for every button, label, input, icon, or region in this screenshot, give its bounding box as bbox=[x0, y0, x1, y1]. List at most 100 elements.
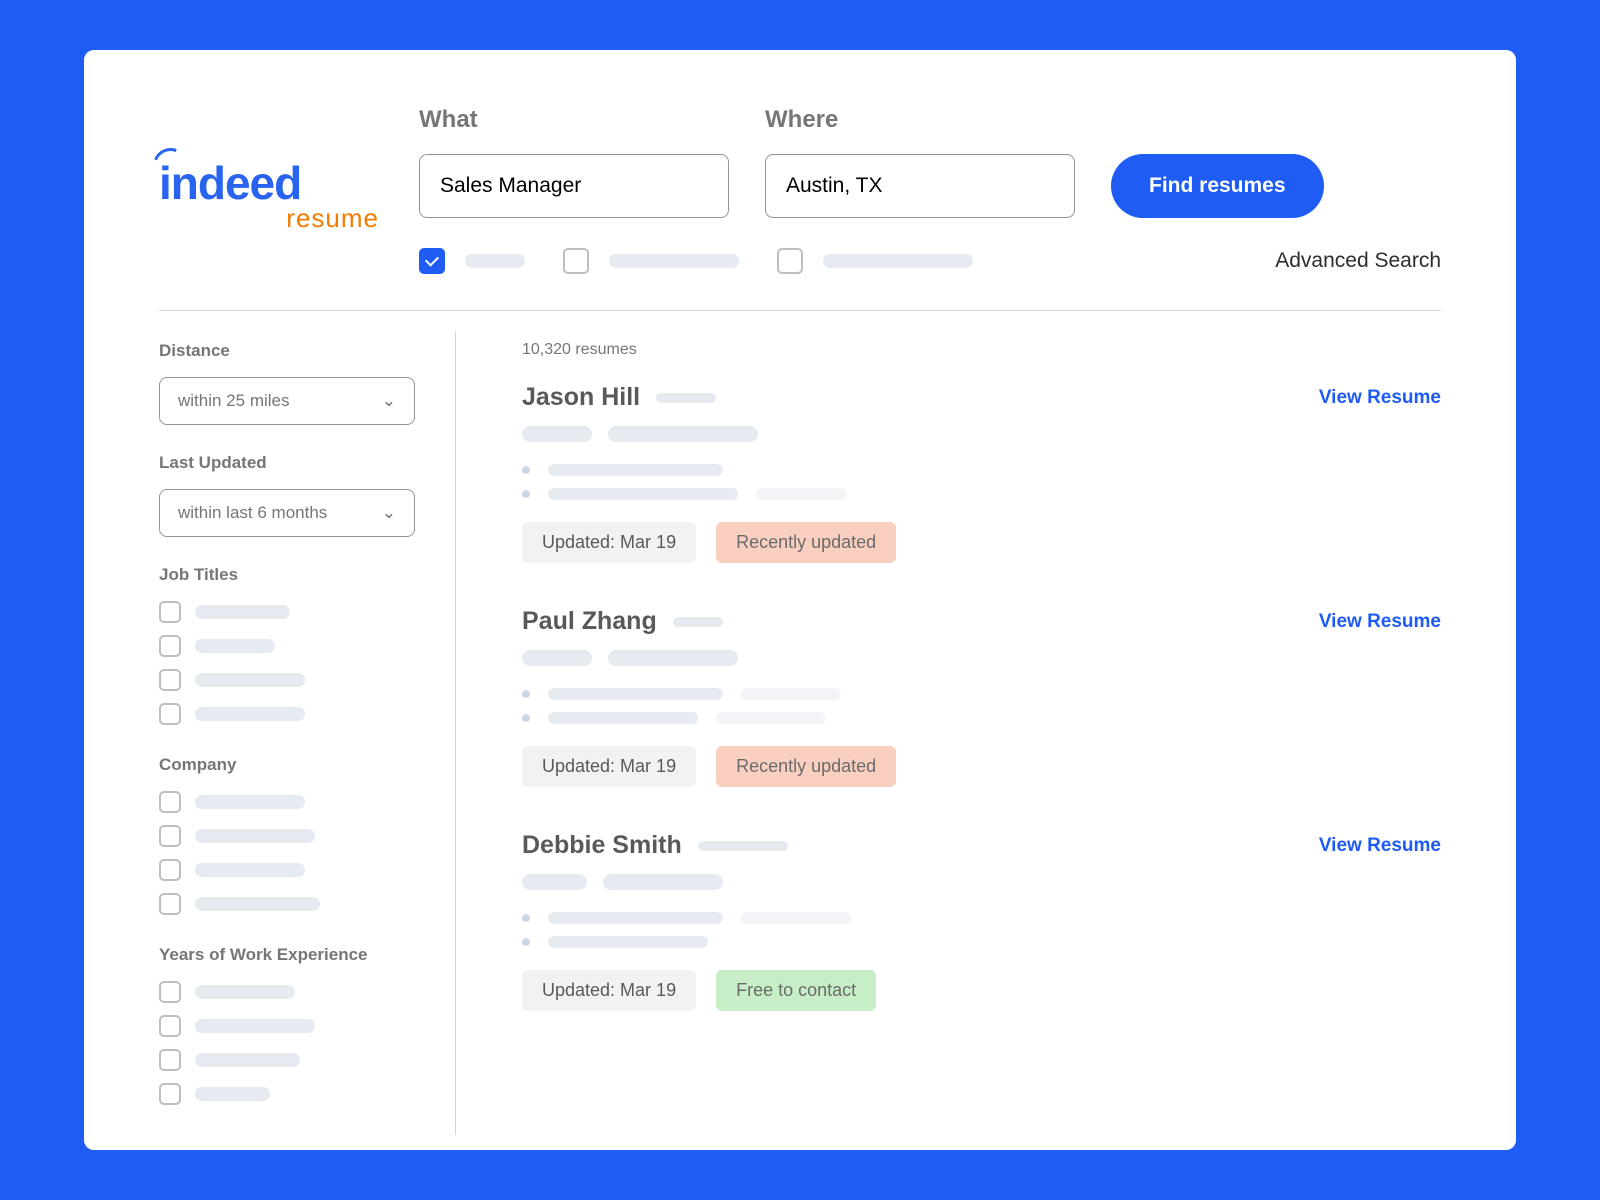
result-detail-lines bbox=[522, 464, 1441, 500]
result-tags: Updated: Mar 19 Free to contact bbox=[522, 970, 1441, 1011]
header: indeed resume What Where Find resumes bbox=[159, 106, 1441, 274]
checkbox[interactable] bbox=[159, 1049, 181, 1071]
experience-label: Years of Work Experience bbox=[159, 945, 415, 965]
list-item bbox=[159, 601, 415, 623]
placeholder bbox=[195, 897, 320, 911]
placeholder bbox=[698, 841, 788, 851]
placeholder bbox=[603, 874, 723, 890]
result-header: Jason Hill View Resume bbox=[522, 383, 1441, 412]
company-label: Company bbox=[159, 755, 415, 775]
where-block: Where bbox=[765, 106, 1075, 218]
list-item bbox=[159, 669, 415, 691]
checkbox[interactable] bbox=[159, 669, 181, 691]
placeholder bbox=[195, 605, 290, 619]
result-detail-lines bbox=[522, 688, 1441, 724]
where-input[interactable] bbox=[765, 154, 1075, 218]
view-resume-link[interactable]: View Resume bbox=[1319, 835, 1441, 857]
job-titles-list bbox=[159, 601, 415, 725]
view-resume-link[interactable]: View Resume bbox=[1319, 387, 1441, 409]
result-card: Debbie Smith View Resume Updated: Mar 19… bbox=[522, 831, 1441, 1011]
result-subline bbox=[522, 874, 1441, 890]
checkbox[interactable] bbox=[159, 791, 181, 813]
placeholder bbox=[716, 712, 826, 724]
placeholder bbox=[195, 795, 305, 809]
placeholder bbox=[608, 426, 758, 442]
result-line bbox=[522, 912, 1441, 924]
result-line bbox=[522, 488, 1441, 500]
checkbox[interactable] bbox=[159, 859, 181, 881]
list-item bbox=[159, 1083, 415, 1105]
result-subline bbox=[522, 650, 1441, 666]
result-name: Paul Zhang bbox=[522, 607, 657, 636]
placeholder bbox=[548, 464, 723, 476]
bullet-icon bbox=[522, 466, 530, 474]
updated-select[interactable]: within last 6 months ⌄ bbox=[159, 489, 415, 537]
results-count: 10,320 resumes bbox=[522, 341, 1441, 359]
placeholder bbox=[741, 688, 841, 700]
checkbox[interactable] bbox=[159, 1083, 181, 1105]
placeholder bbox=[195, 673, 305, 687]
bullet-icon bbox=[522, 690, 530, 698]
placeholder bbox=[522, 426, 592, 442]
placeholder bbox=[673, 617, 723, 627]
placeholder bbox=[608, 650, 738, 666]
logo: indeed resume bbox=[159, 106, 379, 234]
placeholder bbox=[195, 707, 305, 721]
status-badge: Recently updated bbox=[716, 522, 896, 563]
placeholder bbox=[195, 1053, 300, 1067]
company-list bbox=[159, 791, 415, 915]
placeholder bbox=[548, 688, 723, 700]
placeholder bbox=[656, 393, 716, 403]
placeholder bbox=[195, 829, 315, 843]
placeholder bbox=[548, 488, 738, 500]
job-titles-label: Job Titles bbox=[159, 565, 415, 585]
checkbox[interactable] bbox=[159, 825, 181, 847]
distance-select[interactable]: within 25 miles ⌄ bbox=[159, 377, 415, 425]
refinement-row: Advanced Search bbox=[419, 248, 1441, 274]
distance-value: within 25 miles bbox=[178, 391, 290, 411]
updated-tag: Updated: Mar 19 bbox=[522, 746, 696, 787]
divider bbox=[159, 310, 1441, 311]
updated-label: Last Updated bbox=[159, 453, 415, 473]
placeholder bbox=[741, 912, 851, 924]
checkbox[interactable] bbox=[159, 981, 181, 1003]
checkbox[interactable] bbox=[159, 635, 181, 657]
refine-checkbox-3[interactable] bbox=[777, 248, 803, 274]
list-item bbox=[159, 893, 415, 915]
find-resumes-button[interactable]: Find resumes bbox=[1111, 154, 1324, 218]
placeholder bbox=[195, 985, 295, 999]
checkbox[interactable] bbox=[159, 601, 181, 623]
status-badge: Recently updated bbox=[716, 746, 896, 787]
list-item bbox=[159, 1049, 415, 1071]
results-panel: 10,320 resumes Jason Hill View Resume bbox=[456, 331, 1441, 1135]
placeholder bbox=[195, 1019, 315, 1033]
list-item bbox=[159, 1015, 415, 1037]
result-name-wrap: Paul Zhang bbox=[522, 607, 723, 636]
placeholder bbox=[548, 912, 723, 924]
checkbox[interactable] bbox=[159, 1015, 181, 1037]
checkbox[interactable] bbox=[159, 893, 181, 915]
placeholder bbox=[195, 863, 305, 877]
search-area: What Where Find resumes Advanced Search bbox=[419, 106, 1441, 274]
placeholder bbox=[522, 650, 592, 666]
bullet-icon bbox=[522, 490, 530, 498]
advanced-search-link[interactable]: Advanced Search bbox=[1275, 249, 1441, 273]
list-item bbox=[159, 825, 415, 847]
search-row: What Where Find resumes bbox=[419, 106, 1441, 218]
what-input[interactable] bbox=[419, 154, 729, 218]
refine-checkbox-1[interactable] bbox=[419, 248, 445, 274]
placeholder bbox=[756, 488, 846, 500]
placeholder bbox=[195, 1087, 270, 1101]
bullet-icon bbox=[522, 938, 530, 946]
result-line bbox=[522, 712, 1441, 724]
view-resume-link[interactable]: View Resume bbox=[1319, 611, 1441, 633]
refine-placeholder bbox=[609, 254, 739, 268]
result-line bbox=[522, 464, 1441, 476]
result-name-wrap: Jason Hill bbox=[522, 383, 716, 412]
result-card: Paul Zhang View Resume Updated: Mar 19 R… bbox=[522, 607, 1441, 787]
refine-checkbox-2[interactable] bbox=[563, 248, 589, 274]
checkbox[interactable] bbox=[159, 703, 181, 725]
placeholder bbox=[522, 874, 587, 890]
placeholder bbox=[548, 712, 698, 724]
list-item bbox=[159, 859, 415, 881]
